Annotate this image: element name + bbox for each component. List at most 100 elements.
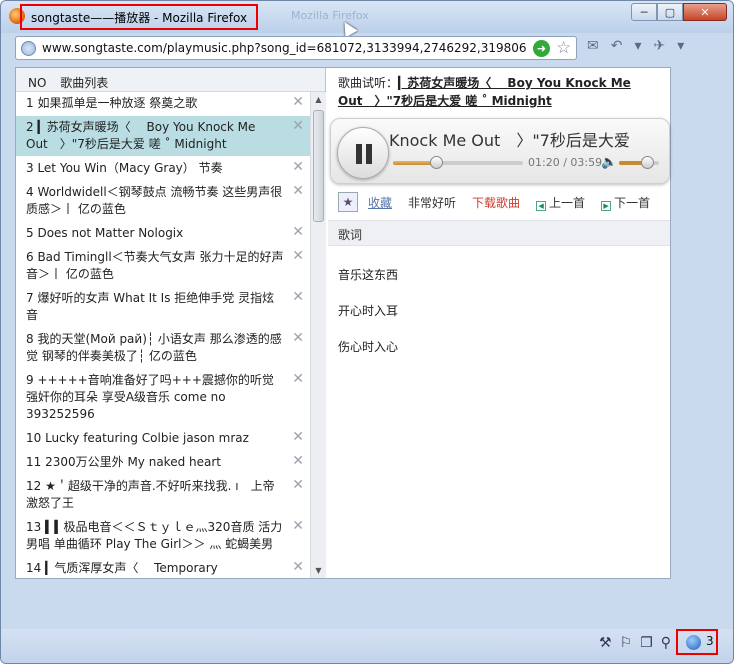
song-title: 7 爆好听的女声 What It Is 拒绝伸手党 灵指炫音 <box>26 291 275 322</box>
remove-song-icon[interactable]: ✕ <box>292 453 304 470</box>
remove-song-icon[interactable]: ✕ <box>292 559 304 576</box>
like-link[interactable]: 非常好听 <box>408 194 456 211</box>
maximize-button[interactable]: ▢ <box>657 3 683 21</box>
pause-button[interactable] <box>337 127 389 179</box>
volume-icon[interactable]: 🔈 <box>601 155 617 170</box>
header-title: 歌曲列表 <box>60 76 109 90</box>
close-button[interactable]: ✕ <box>683 3 727 21</box>
ghost-window-title: Mozilla Firefox <box>291 9 369 22</box>
favorite-link[interactable]: 收藏 <box>368 194 392 211</box>
page-content: NO 歌曲列表 1 如果孤单是一种放逐 祭奠之歌 ✕ 2 ▎苏荷女声暖场〈 Boy … <box>15 67 671 579</box>
lyric-line: 音乐这东西 <box>338 268 399 282</box>
song-title: 11 2300万公里外 My naked heart <box>26 455 221 469</box>
toolbar-icons: ✉ ↶ ▾ ✈ ▾ <box>587 38 684 54</box>
song-item[interactable]: 12 ★＇超级干净的声音.不好听来找我. ı 上帝激怒了王 ✕ <box>16 475 310 516</box>
bookmark-star-icon[interactable]: ☆ <box>556 38 571 58</box>
song-title: 2 ▎苏荷女声暖场〈 Boy You Knock Me Out 〉"7秒后是大爱… <box>26 120 256 151</box>
song-title: 4 Worldwidell＜钢琴鼓点 流畅节奏 这些男声很质感＞丨 亿の蓝色 <box>26 185 283 216</box>
lyric-line: 开心时入耳 <box>338 304 399 318</box>
remove-song-icon[interactable]: ✕ <box>292 248 304 265</box>
title-bar: songtaste——播放器 - Mozilla Firefox Mozilla… <box>1 1 733 33</box>
scroll-down-icon[interactable]: ▼ <box>311 563 326 578</box>
playlist-panel: NO 歌曲列表 1 如果孤单是一种放逐 祭奠之歌 ✕ 2 ▎苏荷女声暖场〈 Boy … <box>16 68 326 578</box>
lyrics-body: 音乐这东西 开心时入耳 伤心时入心 <box>338 266 398 374</box>
scroll-up-icon[interactable]: ▲ <box>311 92 326 107</box>
prev-link[interactable]: ◀ 上一首 <box>536 194 585 211</box>
remove-song-icon[interactable]: ✕ <box>292 159 304 176</box>
status-bar: ⚒ ⚐ ❐ ⚲ <box>1 629 733 663</box>
prev-icon: ◀ <box>536 200 547 211</box>
url-bar[interactable]: www.songtaste.com/playmusic.php?song_id=… <box>15 36 577 60</box>
remove-song-icon[interactable]: ✕ <box>292 371 304 388</box>
volume-handle[interactable] <box>641 156 654 169</box>
song-list: 1 如果孤单是一种放逐 祭奠之歌 ✕ 2 ▎苏荷女声暖场〈 Boy You Knoc… <box>16 92 310 578</box>
header-no: NO <box>28 76 47 90</box>
remove-song-icon[interactable]: ✕ <box>292 289 304 306</box>
status-icons: ⚒ ⚐ ❐ ⚲ <box>599 635 671 651</box>
download-link[interactable]: 下载歌曲 <box>472 194 520 211</box>
song-title: 6 Bad Timingll＜节奏大气女声 张力十足的好声音＞丨 亿の蓝色 <box>26 250 284 281</box>
next-label: 下一首 <box>614 195 651 210</box>
volume-slider[interactable] <box>619 156 659 169</box>
now-playing: 歌曲试听：▎苏荷女声暖场〈 Boy You Knock Me Out 〉"7秒后… <box>328 68 670 114</box>
song-item[interactable]: 3 Let You Win（Macy Gray） 节奏 ✕ <box>16 157 310 181</box>
song-title: 9 +++++音响准备好了吗+++震撼你的听觉 强奸你的耳朵 享受A级音乐 co… <box>26 373 274 421</box>
song-item[interactable]: 6 Bad Timingll＜节奏大气女声 张力十足的好声音＞丨 亿の蓝色 ✕ <box>16 246 310 287</box>
player-panel: 歌曲试听：▎苏荷女声暖场〈 Boy You Knock Me Out 〉"7秒后… <box>328 68 670 578</box>
song-item[interactable]: 11 2300万公里外 My naked heart ✕ <box>16 451 310 475</box>
remove-song-icon[interactable]: ✕ <box>292 477 304 494</box>
favorite-star-icon[interactable]: ★ <box>338 192 358 212</box>
go-button-icon[interactable]: ➜ <box>533 40 550 57</box>
remove-song-icon[interactable]: ✕ <box>292 330 304 347</box>
remove-song-icon[interactable]: ✕ <box>292 183 304 200</box>
song-item[interactable]: 14 ▎气质浑厚女声〈 Temporary Pain 〉"to:夜 ✕ <box>16 557 310 578</box>
window-controls: ─ ▢ ✕ <box>631 3 727 21</box>
song-item[interactable]: 13 ▍▍极品电音＜＜Ｓｔｙｌｅ灬320音质 活力男唱 单曲循环 Play Th… <box>16 516 310 557</box>
lyric-line: 伤心时入心 <box>338 340 399 354</box>
menu-dropdown-icon[interactable]: ▾ <box>677 38 684 54</box>
undo-icon[interactable]: ↶ <box>611 38 623 54</box>
url-text[interactable]: www.songtaste.com/playmusic.php?song_id=… <box>42 41 527 55</box>
notification-icon <box>686 635 701 650</box>
time-readout: 01:20 / 03:59 <box>528 156 603 169</box>
remove-song-icon[interactable]: ✕ <box>292 94 304 111</box>
playlist-scrollbar[interactable]: ▲ ▼ <box>310 92 326 578</box>
song-title: 8 我的天堂(Мой рай)┆ 小语女声 那么渗透的感觉 钢琴的伴奏美极了┆ … <box>26 332 282 363</box>
song-item[interactable]: 5 Does not Matter Nologix ✕ <box>16 222 310 246</box>
song-title: 13 ▍▍极品电音＜＜Ｓｔｙｌｅ灬320音质 活力男唱 单曲循环 Play Th… <box>26 520 283 551</box>
seek-handle[interactable] <box>429 156 443 169</box>
tools-icon[interactable]: ⚒ <box>599 635 612 651</box>
seek-bar[interactable] <box>393 156 523 169</box>
next-link[interactable]: ▶ 下一首 <box>601 194 650 211</box>
site-identity-icon[interactable] <box>21 41 36 56</box>
next-icon: ▶ <box>601 200 612 211</box>
song-title: 5 Does not Matter Nologix <box>26 226 184 240</box>
song-item[interactable]: 7 爆好听的女声 What It Is 拒绝伸手党 灵指炫音 ✕ <box>16 287 310 328</box>
remove-song-icon[interactable]: ✕ <box>292 518 304 535</box>
extension-icon[interactable]: ✈ <box>654 38 666 54</box>
notification-badge[interactable]: 3 <box>676 629 718 655</box>
browser-window: songtaste——播放器 - Mozilla Firefox Mozilla… <box>0 0 734 664</box>
song-title: 10 Lucky featuring Colbie jason mraz <box>26 431 249 445</box>
mask-icon[interactable]: ⚐ <box>620 635 633 651</box>
search-icon[interactable]: ⚲ <box>661 635 671 651</box>
song-item[interactable]: 4 Worldwidell＜钢琴鼓点 流畅节奏 这些男声很质感＞丨 亿の蓝色 ✕ <box>16 181 310 222</box>
remove-song-icon[interactable]: ✕ <box>292 429 304 446</box>
song-title: 12 ★＇超级干净的声音.不好听来找我. ı 上帝激怒了王 <box>26 479 275 510</box>
prev-label: 上一首 <box>549 195 586 210</box>
song-item[interactable]: 1 如果孤单是一种放逐 祭奠之歌 ✕ <box>16 92 310 116</box>
notification-count: 3 <box>706 634 714 648</box>
scroll-thumb[interactable] <box>313 110 324 222</box>
remove-song-icon[interactable]: ✕ <box>292 224 304 241</box>
song-item[interactable]: 9 +++++音响准备好了吗+++震撼你的听觉 强奸你的耳朵 享受A级音乐 co… <box>16 369 310 427</box>
song-item[interactable]: 2 ▎苏荷女声暖场〈 Boy You Knock Me Out 〉"7秒后是大爱… <box>16 116 310 157</box>
dropdown-icon[interactable]: ▾ <box>634 38 641 54</box>
minimize-button[interactable]: ─ <box>631 3 657 21</box>
remove-song-icon[interactable]: ✕ <box>292 118 304 135</box>
playlist-header: NO 歌曲列表 <box>16 68 325 92</box>
window-icon[interactable]: ❐ <box>640 635 653 651</box>
mail-icon[interactable]: ✉ <box>587 38 599 54</box>
song-item[interactable]: 10 Lucky featuring Colbie jason mraz ✕ <box>16 427 310 451</box>
song-title: 3 Let You Win（Macy Gray） 节奏 <box>26 161 223 175</box>
song-item[interactable]: 8 我的天堂(Мой рай)┆ 小语女声 那么渗透的感觉 钢琴的伴奏美极了┆ … <box>16 328 310 369</box>
